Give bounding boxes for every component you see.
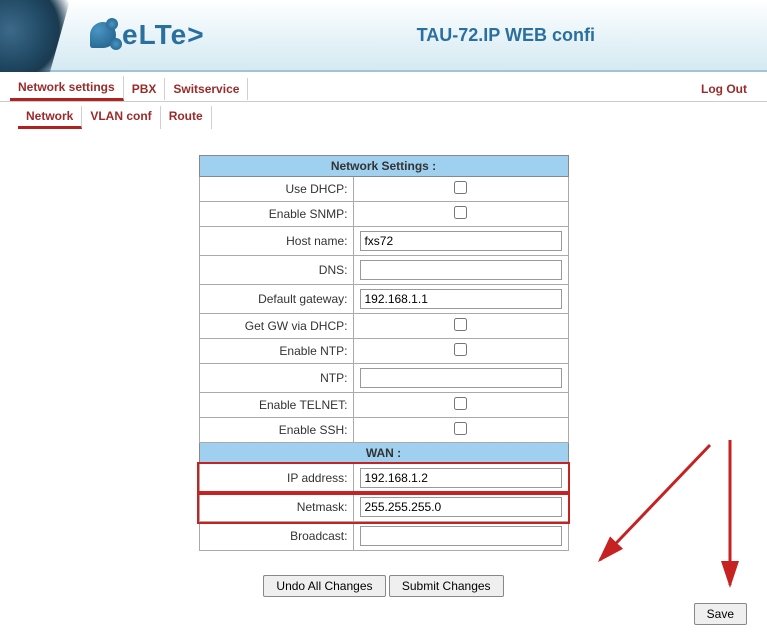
label-ip-address: IP address: xyxy=(199,464,354,493)
checkbox-enable-snmp[interactable] xyxy=(454,206,467,219)
checkbox-enable-telnet[interactable] xyxy=(454,397,467,410)
label-enable-ssh: Enable SSH: xyxy=(199,418,354,443)
checkbox-enable-ntp[interactable] xyxy=(454,343,467,356)
checkbox-use-dhcp[interactable] xyxy=(454,181,467,194)
tab-switchservice[interactable]: Switservice xyxy=(165,78,248,100)
row-ip-address: IP address: xyxy=(199,464,568,493)
save-button[interactable]: Save xyxy=(694,603,747,625)
input-broadcast[interactable] xyxy=(360,526,561,546)
save-row: Save xyxy=(0,597,767,639)
checkbox-enable-ssh[interactable] xyxy=(454,422,467,435)
row-enable-ssh: Enable SSH: xyxy=(199,418,568,443)
row-enable-snmp: Enable SNMP: xyxy=(199,202,568,227)
submit-changes-button[interactable]: Submit Changes xyxy=(389,575,504,597)
logo-icon xyxy=(90,22,116,48)
annotation-arrow-2-icon xyxy=(710,435,750,595)
label-enable-snmp: Enable SNMP: xyxy=(199,202,354,227)
label-enable-telnet: Enable TELNET: xyxy=(199,393,354,418)
button-row: Undo All Changes Submit Changes xyxy=(0,575,767,597)
input-ntp[interactable] xyxy=(360,368,561,388)
input-default-gateway[interactable] xyxy=(360,289,561,309)
annotation-arrow-1-icon xyxy=(580,435,720,575)
row-get-gw-via-dhcp: Get GW via DHCP: xyxy=(199,314,568,339)
label-host-name: Host name: xyxy=(199,227,354,256)
row-host-name: Host name: xyxy=(199,227,568,256)
row-enable-telnet: Enable TELNET: xyxy=(199,393,568,418)
secondary-tabs: Network VLAN conf Route xyxy=(0,102,767,135)
label-broadcast: Broadcast: xyxy=(199,522,354,551)
subtab-route[interactable]: Route xyxy=(161,106,212,129)
label-ntp: NTP: xyxy=(199,364,354,393)
label-netmask: Netmask: xyxy=(199,493,354,522)
tab-network-settings[interactable]: Network settings xyxy=(10,76,124,101)
row-broadcast: Broadcast: xyxy=(199,522,568,551)
brand-text: eLTe> xyxy=(122,19,205,51)
label-dns: DNS: xyxy=(199,256,354,285)
header: eLTe> TAU-72.IP WEB confi xyxy=(0,0,767,72)
label-use-dhcp: Use DHCP: xyxy=(199,177,354,202)
row-use-dhcp: Use DHCP: xyxy=(199,177,568,202)
row-default-gateway: Default gateway: xyxy=(199,285,568,314)
wan-header: WAN : xyxy=(199,443,568,464)
label-get-gw-via-dhcp: Get GW via DHCP: xyxy=(199,314,354,339)
row-dns: DNS: xyxy=(199,256,568,285)
header-decoration xyxy=(0,0,80,72)
network-settings-header: Network Settings : xyxy=(199,156,568,177)
input-host-name[interactable] xyxy=(360,231,561,251)
undo-all-changes-button[interactable]: Undo All Changes xyxy=(263,575,385,597)
row-ntp: NTP: xyxy=(199,364,568,393)
checkbox-get-gw-via-dhcp[interactable] xyxy=(454,318,467,331)
subtab-vlan-conf[interactable]: VLAN conf xyxy=(82,106,160,129)
row-netmask: Netmask: xyxy=(199,493,568,522)
row-enable-ntp: Enable NTP: xyxy=(199,339,568,364)
primary-tabs: Network settings PBX Switservice Log Out xyxy=(0,72,767,102)
page-title: TAU-72.IP WEB confi xyxy=(245,25,767,46)
label-default-gateway: Default gateway: xyxy=(199,285,354,314)
tab-pbx[interactable]: PBX xyxy=(124,78,166,100)
settings-table: Network Settings : Use DHCP: Enable SNMP… xyxy=(199,155,569,551)
label-enable-ntp: Enable NTP: xyxy=(199,339,354,364)
brand-logo: eLTe> xyxy=(90,19,205,51)
input-dns[interactable] xyxy=(360,260,561,280)
subtab-network[interactable]: Network xyxy=(18,106,82,129)
logout-link[interactable]: Log Out xyxy=(691,78,757,100)
input-ip-address[interactable] xyxy=(360,468,561,488)
input-netmask[interactable] xyxy=(360,497,561,517)
